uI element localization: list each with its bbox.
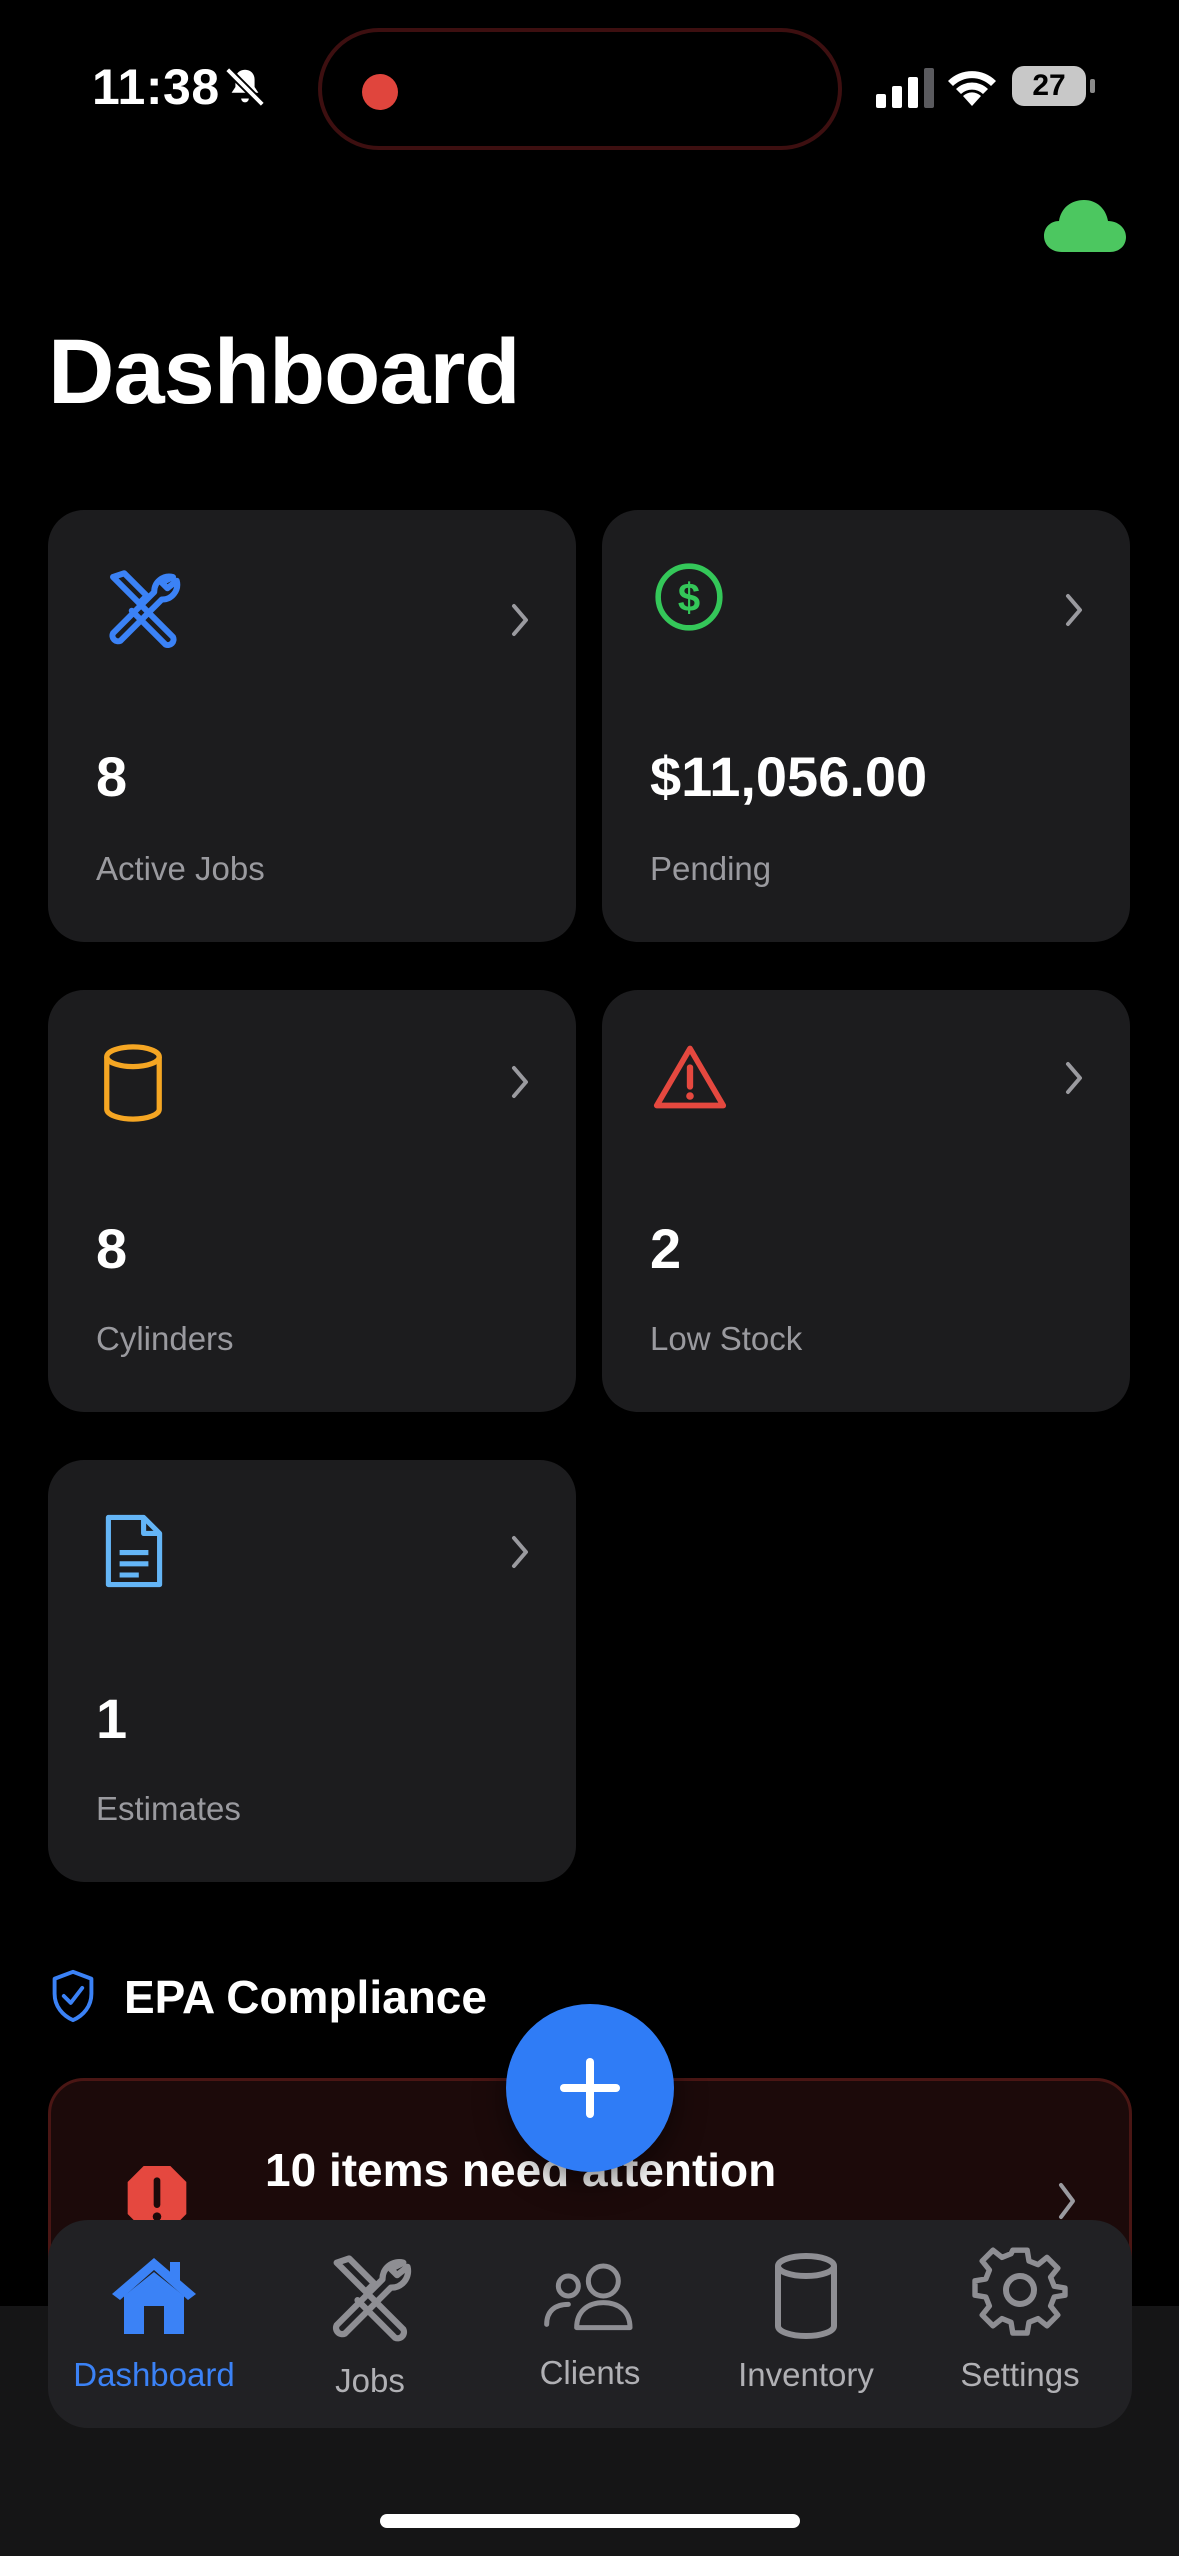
recording-indicator bbox=[362, 74, 398, 110]
estimates-label: Estimates bbox=[96, 1790, 241, 1827]
cylinders-card[interactable]: 8 Cylinders bbox=[48, 990, 576, 1412]
tab-jobs[interactable]: Jobs bbox=[270, 2220, 470, 2428]
cylinder-icon bbox=[104, 1044, 162, 1122]
people-icon bbox=[544, 2263, 633, 2331]
tab-settings[interactable]: Settings bbox=[920, 2220, 1120, 2428]
pending-card[interactable]: $ $11,056.00 Pending bbox=[602, 510, 1130, 942]
active-jobs-label: Active Jobs bbox=[96, 850, 265, 887]
tab-label: Inventory bbox=[738, 2356, 874, 2393]
warning-triangle-icon bbox=[653, 1045, 727, 1109]
estimates-card[interactable]: 1 Estimates bbox=[48, 1460, 576, 1882]
document-icon bbox=[105, 1514, 163, 1588]
wrench-screwdriver-icon bbox=[332, 2255, 412, 2342]
home-indicator[interactable] bbox=[380, 2514, 800, 2528]
low-stock-card[interactable]: 2 Low Stock bbox=[602, 990, 1130, 1412]
wrench-screwdriver-icon bbox=[109, 570, 181, 648]
low-stock-label: Low Stock bbox=[650, 1320, 803, 1357]
tab-label: Settings bbox=[960, 2356, 1080, 2393]
plus-icon bbox=[560, 2058, 620, 2118]
cylinders-label: Cylinders bbox=[96, 1320, 234, 1357]
chevron-right-icon bbox=[512, 1536, 528, 1568]
epa-alert-text: 10 items need attention bbox=[265, 2144, 777, 2196]
battery-level: 27 bbox=[1032, 69, 1066, 102]
house-icon bbox=[112, 2258, 196, 2334]
bell-slash-icon bbox=[225, 67, 265, 107]
cylinders-value: 8 bbox=[96, 1217, 128, 1280]
page-title: Dashboard bbox=[48, 321, 521, 423]
chevron-right-icon bbox=[512, 604, 528, 636]
tab-clients[interactable]: Clients bbox=[490, 2220, 690, 2428]
chevron-right-icon bbox=[1066, 594, 1082, 626]
gear-icon bbox=[972, 2247, 1068, 2336]
wifi-icon bbox=[948, 71, 996, 106]
chevron-right-icon bbox=[1059, 2183, 1075, 2219]
cloud-icon[interactable] bbox=[1044, 196, 1126, 256]
chevron-right-icon bbox=[1066, 1062, 1082, 1094]
svg-text:$: $ bbox=[678, 576, 700, 620]
tab-label: Clients bbox=[539, 2354, 641, 2391]
pending-label: Pending bbox=[650, 850, 772, 887]
dynamic-island bbox=[318, 28, 842, 150]
active-jobs-value: 8 bbox=[96, 745, 128, 808]
battery-icon: 27 bbox=[1012, 66, 1095, 106]
epa-compliance-title: EPA Compliance bbox=[124, 1971, 487, 2023]
tab-bar: Dashboard Jobs Clients Inventory Setting… bbox=[48, 2220, 1132, 2428]
cylinder-icon bbox=[775, 2253, 837, 2339]
status-bar: 11:38 27 bbox=[0, 0, 1179, 170]
pending-value: $11,056.00 bbox=[650, 745, 928, 808]
status-time: 11:38 bbox=[92, 59, 220, 115]
dollar-circle-icon: $ bbox=[655, 563, 723, 631]
estimates-value: 1 bbox=[96, 1687, 128, 1750]
tab-dashboard[interactable]: Dashboard bbox=[48, 2220, 260, 2428]
low-stock-value: 2 bbox=[650, 1217, 682, 1280]
shield-check-icon bbox=[52, 1969, 94, 2023]
active-jobs-card[interactable]: 8 Active Jobs bbox=[48, 510, 576, 942]
tab-inventory[interactable]: Inventory bbox=[706, 2220, 906, 2428]
tab-label: Dashboard bbox=[73, 2356, 235, 2393]
signal-icon bbox=[876, 68, 934, 108]
chevron-right-icon bbox=[512, 1066, 528, 1098]
tab-label: Jobs bbox=[335, 2362, 405, 2399]
add-button[interactable] bbox=[506, 2004, 674, 2172]
